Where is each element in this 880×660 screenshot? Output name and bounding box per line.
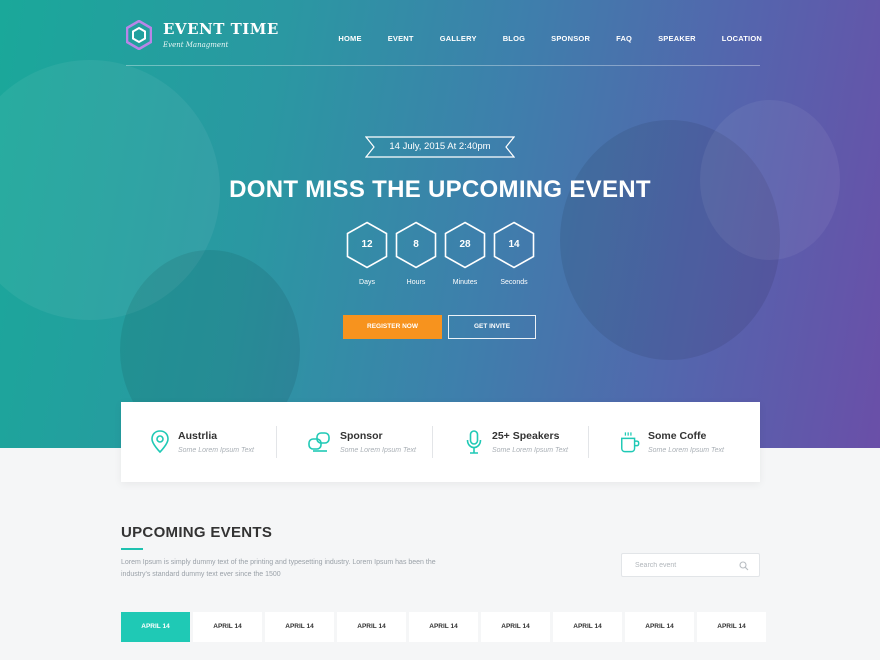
date-tab[interactable]: APRIL 14 <box>625 612 694 642</box>
event-search <box>621 553 760 577</box>
event-date: 14 July, 2015 At 2:40pm <box>389 141 491 152</box>
event-info-card: Austrlia Some Lorem Ipsum Text Sponsor S… <box>121 402 760 482</box>
date-tab[interactable]: APRIL 14 <box>697 612 766 642</box>
microphone-icon <box>466 430 482 454</box>
countdown-hexagon: 28 <box>444 221 486 269</box>
nav-sponsor[interactable]: SPONSOR <box>551 34 590 43</box>
countdown-hexagon: 14 <box>493 221 535 269</box>
countdown-days: 12 Days <box>346 221 388 286</box>
info-title: Austrlia <box>178 430 218 442</box>
search-icon[interactable] <box>739 561 749 571</box>
info-title: Some Coffe <box>648 430 707 442</box>
nav-gallery[interactable]: GALLERY <box>440 34 477 43</box>
date-tab[interactable]: APRIL 14 <box>481 612 550 642</box>
date-tab[interactable]: APRIL 14 <box>337 612 406 642</box>
countdown-seconds: 14 Seconds <box>493 221 535 286</box>
countdown-label: Days <box>359 279 375 286</box>
date-tab[interactable]: APRIL 14 <box>193 612 262 642</box>
nav-speaker[interactable]: SPEAKER <box>658 34 696 43</box>
nav-location[interactable]: LOCATION <box>722 34 762 43</box>
countdown-label: Minutes <box>452 279 478 286</box>
date-tabs: APRIL 14 APRIL 14 APRIL 14 APRIL 14 APRI… <box>121 612 766 642</box>
countdown-value: 12 <box>361 239 373 250</box>
countdown-minutes: 28 Minutes <box>444 221 486 286</box>
nav-event[interactable]: EVENT <box>388 34 414 43</box>
brand-title: EVENT TIME <box>163 20 279 38</box>
coffee-cup-icon <box>621 432 640 453</box>
date-tab[interactable]: APRIL 14 <box>121 612 190 642</box>
main-nav: HOME EVENT GALLERY BLOG SPONSOR FAQ SPEA… <box>338 34 762 43</box>
info-subtitle: Some Lorem Ipsum Text <box>648 447 724 454</box>
date-tab[interactable]: APRIL 14 <box>409 612 478 642</box>
logo[interactable]: EVENT TIME Event Managment <box>126 20 279 50</box>
date-tab[interactable]: APRIL 14 <box>265 612 334 642</box>
handshake-icon <box>308 432 330 452</box>
hero-headline: DONT MISS THE UPCOMING EVENT <box>229 176 651 203</box>
brand-subtitle: Event Managment <box>163 41 229 49</box>
info-title: 25+ Speakers <box>492 430 560 442</box>
register-now-button[interactable]: REGISTER NOW <box>343 315 442 339</box>
nav-home[interactable]: HOME <box>338 34 361 43</box>
info-sponsor: Sponsor Some Lorem Ipsum Text <box>277 424 433 460</box>
countdown-hours: 8 Hours <box>395 221 437 286</box>
hexagon-logo-icon <box>126 20 152 50</box>
event-date-ribbon: 14 July, 2015 At 2:40pm <box>365 136 515 158</box>
info-location: Austrlia Some Lorem Ipsum Text <box>121 424 277 460</box>
map-pin-icon <box>151 430 169 454</box>
search-input[interactable] <box>622 554 732 576</box>
countdown-value: 28 <box>459 239 471 250</box>
nav-blog[interactable]: BLOG <box>503 34 525 43</box>
countdown-hexagon: 8 <box>395 221 437 269</box>
nav-divider <box>126 65 760 66</box>
countdown-value: 14 <box>508 239 520 250</box>
section-title: UPCOMING EVENTS <box>121 524 273 541</box>
countdown-hexagon: 12 <box>346 221 388 269</box>
title-underline <box>121 548 143 550</box>
get-invite-button[interactable]: GET INVITE <box>448 315 536 339</box>
countdown-label: Hours <box>406 279 426 286</box>
section-description: Lorem Ipsum is simply dummy text of the … <box>121 559 436 578</box>
info-subtitle: Some Lorem Ipsum Text <box>492 447 568 454</box>
countdown-value: 8 <box>413 239 419 250</box>
nav-faq[interactable]: FAQ <box>616 34 632 43</box>
countdown: 12 Days 8 Hours 28 Minutes 14 Seconds <box>346 221 535 286</box>
info-subtitle: Some Lorem Ipsum Text <box>178 447 254 454</box>
date-tab[interactable]: APRIL 14 <box>553 612 622 642</box>
info-title: Sponsor <box>340 430 383 442</box>
info-coffee: Some Coffe Some Lorem Ipsum Text <box>589 424 745 460</box>
info-speakers: 25+ Speakers Some Lorem Ipsum Text <box>433 424 589 460</box>
countdown-label: Seconds <box>500 279 528 286</box>
hero-banner: EVENT TIME Event Managment HOME EVENT GA… <box>0 0 880 448</box>
info-subtitle: Some Lorem Ipsum Text <box>340 447 416 454</box>
